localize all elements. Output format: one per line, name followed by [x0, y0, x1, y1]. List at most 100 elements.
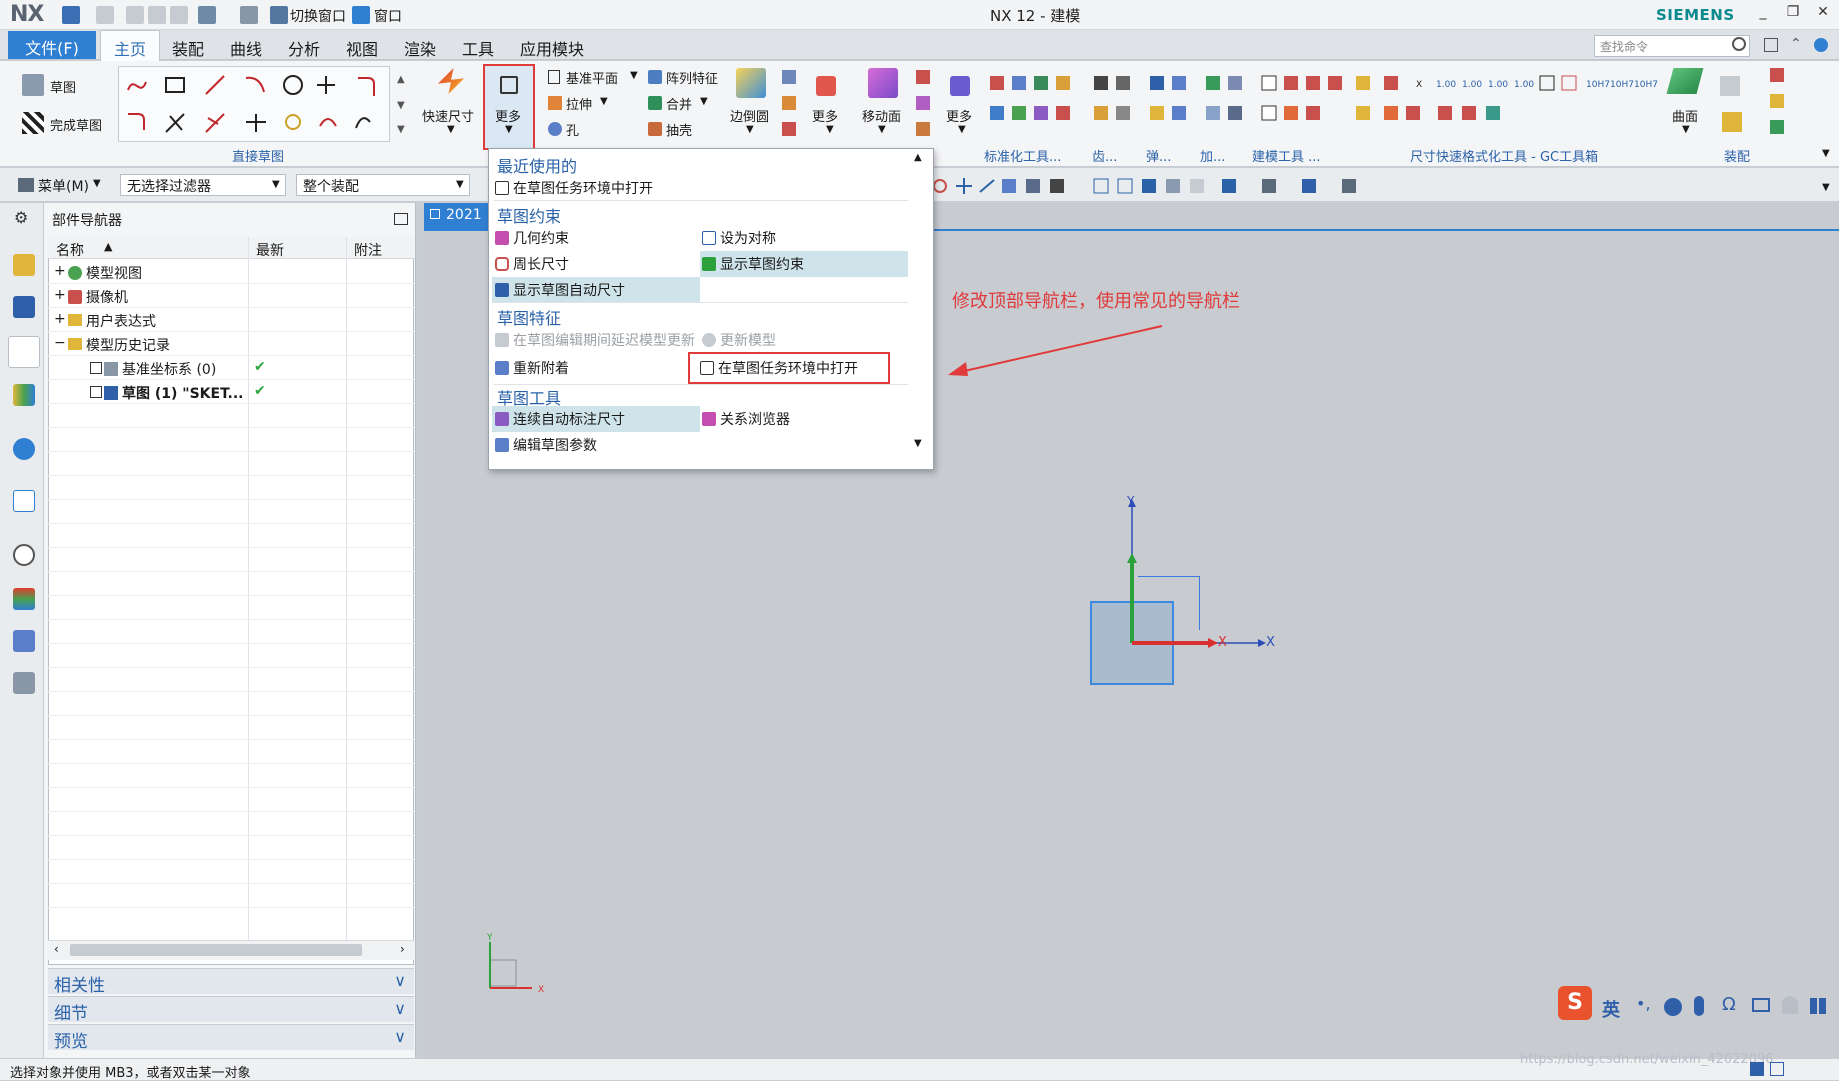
repeat-command-icon[interactable] — [240, 6, 258, 24]
group-label-gear[interactable]: 齿... — [1092, 146, 1117, 165]
move-component-icon[interactable] — [1770, 94, 1784, 108]
dropdown-scroll-up[interactable]: ▲ — [914, 152, 922, 163]
snap-point-toolbar[interactable] — [930, 174, 1370, 198]
tree-item-sketch[interactable]: 草图 (1) "SKET... — [122, 383, 243, 403]
hole-button[interactable]: 孔 — [566, 120, 579, 139]
more-sketch-button[interactable]: 更多 — [495, 106, 521, 125]
menu-dropdown-arrow[interactable]: ▼ — [93, 178, 101, 189]
microphone-icon[interactable] — [1694, 996, 1704, 1016]
menu-item-update-model[interactable]: 更新模型 — [702, 330, 776, 350]
menu-item-open-in-sketch-task-env[interactable]: 在草图任务环境中打开 — [700, 358, 858, 378]
tab-curve[interactable]: 曲线 — [230, 36, 262, 60]
save-icon[interactable] — [62, 6, 80, 24]
maximize-panel-icon[interactable] — [394, 213, 408, 225]
menu-button[interactable]: 菜单(M) — [38, 176, 89, 196]
dropdown-scroll-down[interactable]: ▼ — [914, 438, 922, 449]
sogou-ime-icon[interactable]: S — [1558, 986, 1592, 1020]
unite-button[interactable]: 合并 — [666, 94, 692, 113]
menu-item-relations-browser[interactable]: 关系浏览器 — [702, 409, 790, 429]
reuse-library-icon[interactable] — [13, 384, 35, 406]
tab-tools[interactable]: 工具 — [462, 36, 494, 60]
system-scenes-icon[interactable] — [13, 672, 35, 694]
gallery-scroll-up[interactable]: ▲ — [397, 74, 405, 85]
special-chars-icon[interactable]: Ω — [1722, 994, 1736, 1015]
selection-scope-select[interactable]: 整个装配 — [296, 174, 470, 196]
switch-window-icon[interactable] — [270, 6, 288, 24]
tree-expander[interactable]: + — [54, 263, 66, 279]
switch-window-button[interactable]: 切换窗口 — [290, 6, 346, 26]
more-sync-dropdown[interactable]: ▼ — [958, 124, 966, 135]
column-header-latest[interactable]: 最新 — [256, 240, 284, 260]
tree-item-user-expressions[interactable]: 用户表达式 — [86, 311, 156, 331]
menu-item-perimeter-dimension[interactable]: 周长尺寸 — [495, 254, 569, 274]
ime-language-toggle[interactable]: 英 — [1602, 996, 1620, 1022]
constraint-navigator-icon[interactable] — [13, 296, 35, 318]
group-label-standard-tools[interactable]: 标准化工具... — [984, 146, 1061, 165]
gc-toolbox-icon-grid[interactable]: X 1.00 1.00 1.00 1.00 10H7 10H7 10H7 — [1382, 72, 1662, 132]
scroll-left-arrow[interactable]: ‹ — [54, 942, 59, 956]
scroll-right-arrow[interactable]: › — [400, 942, 405, 956]
tab-view[interactable]: 视图 — [346, 36, 378, 60]
accordion-details[interactable]: 细节 ∨ — [48, 996, 414, 1024]
sketch-button[interactable]: 草图 — [50, 77, 76, 96]
quick-dimension-button[interactable]: 快速尺寸 — [422, 106, 474, 125]
accordion-dependencies[interactable]: 相关性 ∨ — [48, 968, 414, 996]
selection-filter-select[interactable]: 无选择过滤器 — [120, 174, 286, 196]
column-header-name[interactable]: 名称 — [56, 240, 84, 260]
undo-icon[interactable] — [96, 6, 114, 24]
minimize-button[interactable]: _ — [1750, 4, 1776, 20]
more-features-button[interactable]: 更多 — [812, 106, 838, 125]
quick-dimension-dropdown[interactable]: ▼ — [447, 124, 455, 135]
close-button[interactable]: ✕ — [1810, 4, 1836, 20]
sort-ascending-icon[interactable]: ▲ — [104, 240, 112, 253]
unite-dropdown[interactable]: ▼ — [700, 96, 708, 107]
menu-icon[interactable] — [18, 178, 34, 192]
tree-expander[interactable]: + — [54, 311, 66, 327]
menu-item-open-in-sketch-task[interactable]: 在草图任务环境中打开 — [495, 178, 653, 198]
command-search-input[interactable]: 查找命令 — [1594, 35, 1750, 57]
move-face-button[interactable]: 移动面 — [862, 106, 901, 125]
group-label-modeling-tools[interactable]: 建模工具 ... — [1252, 146, 1321, 165]
trim-body-icon[interactable] — [782, 122, 796, 136]
ribbon-options-icon[interactable] — [1764, 38, 1778, 52]
status-window-icon[interactable] — [1770, 1062, 1784, 1076]
more-features-dropdown[interactable]: ▼ — [826, 124, 834, 135]
keyboard-icon[interactable] — [1752, 998, 1770, 1012]
delete-face-icon[interactable] — [916, 70, 930, 84]
menu-item-make-symmetric[interactable]: 设为对称 — [702, 228, 776, 248]
visibility-checkbox[interactable] — [90, 386, 102, 398]
roles-icon[interactable] — [13, 630, 35, 652]
scrollbar-thumb[interactable] — [70, 944, 362, 956]
collapse-ribbon-icon[interactable]: ⌃ — [1790, 36, 1802, 52]
ribbon-overflow-arrow[interactable]: ▼ — [1822, 148, 1830, 159]
accordion-preview[interactable]: 预览 ∨ — [48, 1024, 414, 1052]
assembly-navigator-icon[interactable] — [13, 254, 35, 276]
more-dropdown-arrow[interactable]: ▼ — [505, 124, 513, 135]
column-header-notes[interactable]: 附注 — [354, 240, 382, 260]
group-label-assembly[interactable]: 装配 — [1724, 146, 1750, 165]
search-icon[interactable] — [1732, 37, 1746, 51]
extrude-dropdown[interactable]: ▼ — [600, 96, 608, 107]
new-component-icon[interactable] — [1770, 120, 1784, 134]
menu-item-show-sketch-constraints[interactable]: 显示草图约束 — [702, 254, 804, 274]
toolbar-overflow-arrow[interactable]: ▼ — [1822, 182, 1830, 193]
tree-item-model-views[interactable]: 模型视图 — [86, 263, 142, 283]
move-face-dropdown[interactable]: ▼ — [878, 124, 886, 135]
restore-button[interactable]: ❐ — [1780, 4, 1806, 20]
group-label-spring[interactable]: 弹... — [1146, 146, 1171, 165]
help-icon[interactable] — [1814, 38, 1828, 52]
layout-icon[interactable] — [198, 6, 216, 24]
finish-flag-icon[interactable] — [22, 112, 44, 134]
menu-item-edit-sketch-parameters[interactable]: 编辑草图参数 — [495, 435, 597, 455]
menu-item-reattach[interactable]: 重新附着 — [495, 358, 569, 378]
tree-item-datum-csys[interactable]: 基准坐标系 (0) — [122, 359, 216, 379]
paste-icon[interactable] — [170, 6, 188, 24]
edge-blend-icon[interactable] — [736, 68, 766, 98]
draft-icon[interactable] — [782, 70, 796, 84]
tab-home[interactable]: 主页 — [100, 30, 160, 61]
surface-dropdown[interactable]: ▼ — [1682, 124, 1690, 135]
assembly-constraint-icon[interactable] — [1770, 68, 1784, 82]
web-browser-icon[interactable] — [13, 490, 35, 512]
menu-item-delay-model-update[interactable]: 在草图编辑期间延迟模型更新 — [495, 330, 695, 350]
tab-assembly[interactable]: 装配 — [172, 36, 204, 60]
